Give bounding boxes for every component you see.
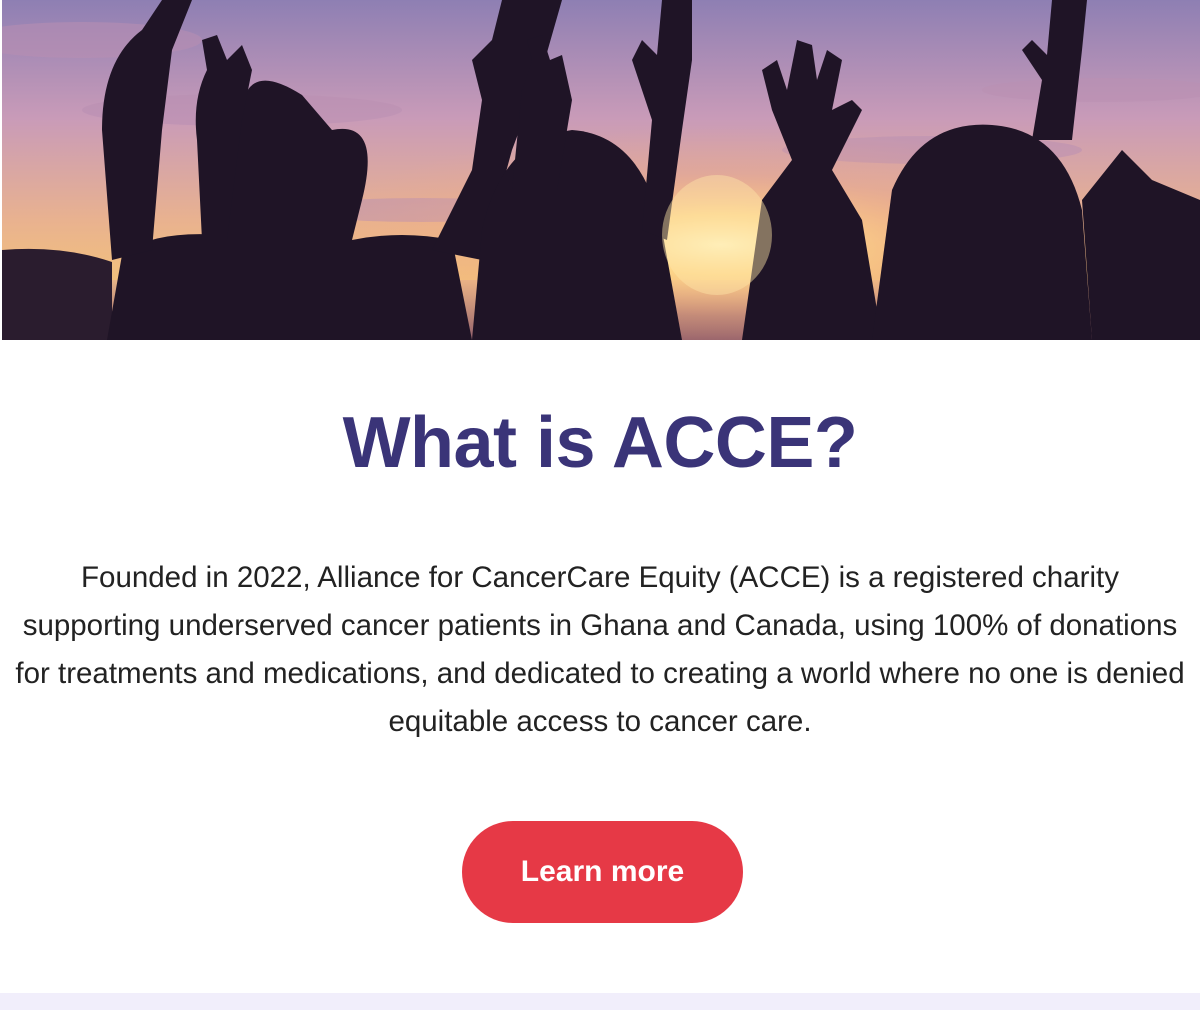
section-title: What is ACCE? bbox=[342, 403, 858, 483]
hero-image bbox=[2, 0, 1200, 340]
footer-band bbox=[0, 993, 1200, 1010]
section-description: Founded in 2022, Alliance for CancerCare… bbox=[15, 561, 1185, 738]
learn-more-button[interactable]: Learn more bbox=[462, 821, 743, 923]
page: What is ACCE? Founded in 2022, Alliance … bbox=[0, 0, 1200, 1010]
hero-photo-illustration bbox=[2, 0, 1200, 340]
